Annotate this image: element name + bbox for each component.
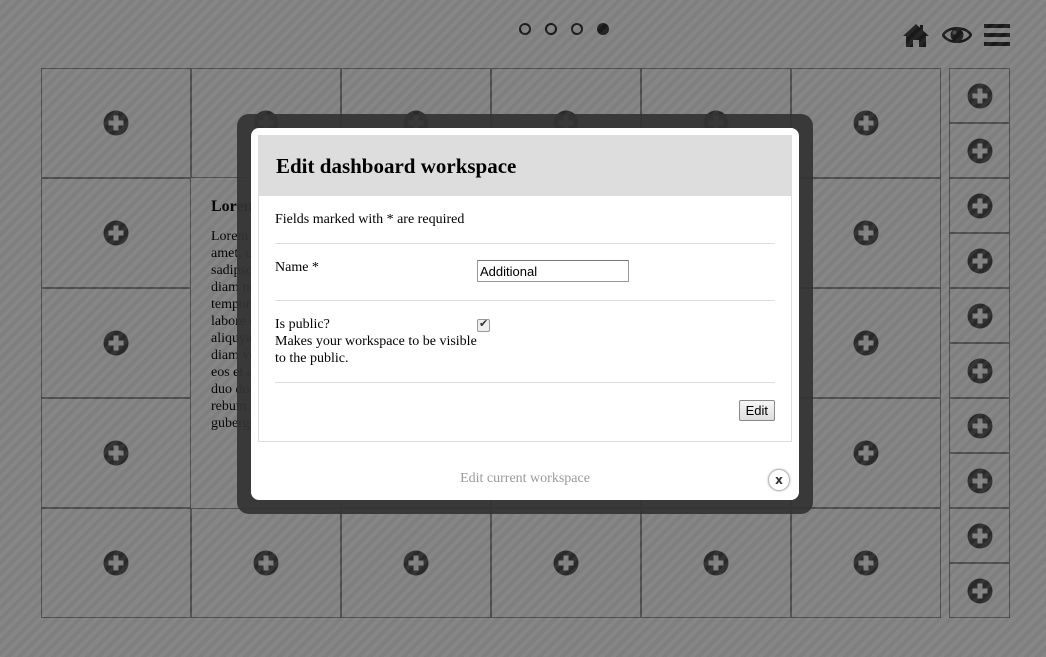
- form-actions: Edit: [275, 383, 775, 421]
- is-public-checkbox[interactable]: [477, 317, 490, 332]
- required-hint: Fields marked with * are required: [275, 196, 775, 244]
- public-label: Is public?: [275, 317, 330, 332]
- public-label-group: Is public? Makes your workspace to be vi…: [275, 316, 477, 366]
- edit-button[interactable]: Edit: [738, 400, 775, 421]
- name-label: Name *: [275, 260, 319, 275]
- name-input[interactable]: [477, 260, 629, 282]
- name-row: Name *: [275, 244, 775, 301]
- dialog-title: Edit dashboard workspace: [276, 154, 517, 178]
- public-help-text: Makes your workspace to be visible to th…: [275, 334, 477, 366]
- dialog-content: Edit dashboard workspace Fields marked w…: [258, 135, 792, 442]
- edit-workspace-dialog: Edit dashboard workspace Fields marked w…: [251, 128, 799, 500]
- close-icon[interactable]: x: [768, 469, 790, 491]
- dialog-form: Fields marked with * are required Name *…: [259, 196, 791, 421]
- dialog-footer-caption: Edit current workspace: [460, 471, 590, 486]
- dialog-header: Edit dashboard workspace: [259, 136, 791, 196]
- public-row: Is public? Makes your workspace to be vi…: [275, 301, 775, 383]
